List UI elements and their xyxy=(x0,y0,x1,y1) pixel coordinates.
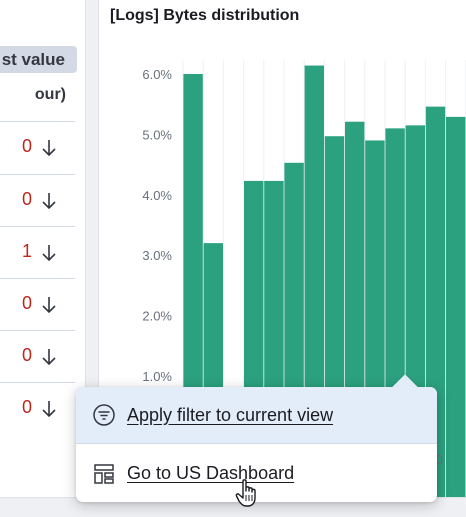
row-value: 0 xyxy=(21,293,32,313)
hand-cursor-icon xyxy=(235,479,256,507)
filter-icon xyxy=(93,404,115,426)
y-tick-label: 3.0% xyxy=(142,248,172,263)
column-subheader: our) xyxy=(34,86,66,103)
table-row: 1 xyxy=(0,226,75,278)
row-value: 0 xyxy=(21,189,32,209)
table-row: 0 xyxy=(0,382,75,434)
table-row: 0 xyxy=(0,278,75,330)
chart-bar[interactable] xyxy=(446,116,466,498)
y-tick-label: 6.0% xyxy=(142,67,172,82)
row-value: 0 xyxy=(21,136,32,156)
table-row: 0 xyxy=(0,121,75,173)
row-value: 1 xyxy=(21,241,32,261)
table-row: 0 xyxy=(0,174,75,226)
arrow-down-icon[interactable] xyxy=(40,399,58,419)
y-tick-label: 5.0% xyxy=(142,127,172,142)
row-value: 0 xyxy=(21,397,32,417)
arrow-down-icon[interactable] xyxy=(40,347,58,367)
y-tick-label: 1.0% xyxy=(142,369,172,384)
column-header[interactable]: st value xyxy=(0,46,77,73)
arrow-down-icon[interactable] xyxy=(40,138,58,158)
dashboard-icon xyxy=(94,463,114,484)
apply-filter-label[interactable]: Apply filter to current view xyxy=(127,405,333,426)
go-to-dashboard-label[interactable]: Go to US Dashboard xyxy=(127,463,294,484)
table-panel: st value our) 0 0 1 0 0 0 xyxy=(0,0,86,498)
arrow-down-icon[interactable] xyxy=(40,295,58,315)
y-tick-label: 2.0% xyxy=(142,309,172,324)
arrow-down-icon[interactable] xyxy=(40,191,58,211)
y-tick-label: 4.0% xyxy=(142,188,172,203)
table-row: 0 xyxy=(0,330,75,382)
apply-filter-menu-item[interactable]: Apply filter to current view xyxy=(76,387,437,444)
row-value: 0 xyxy=(21,345,32,365)
arrow-down-icon[interactable] xyxy=(40,243,58,263)
